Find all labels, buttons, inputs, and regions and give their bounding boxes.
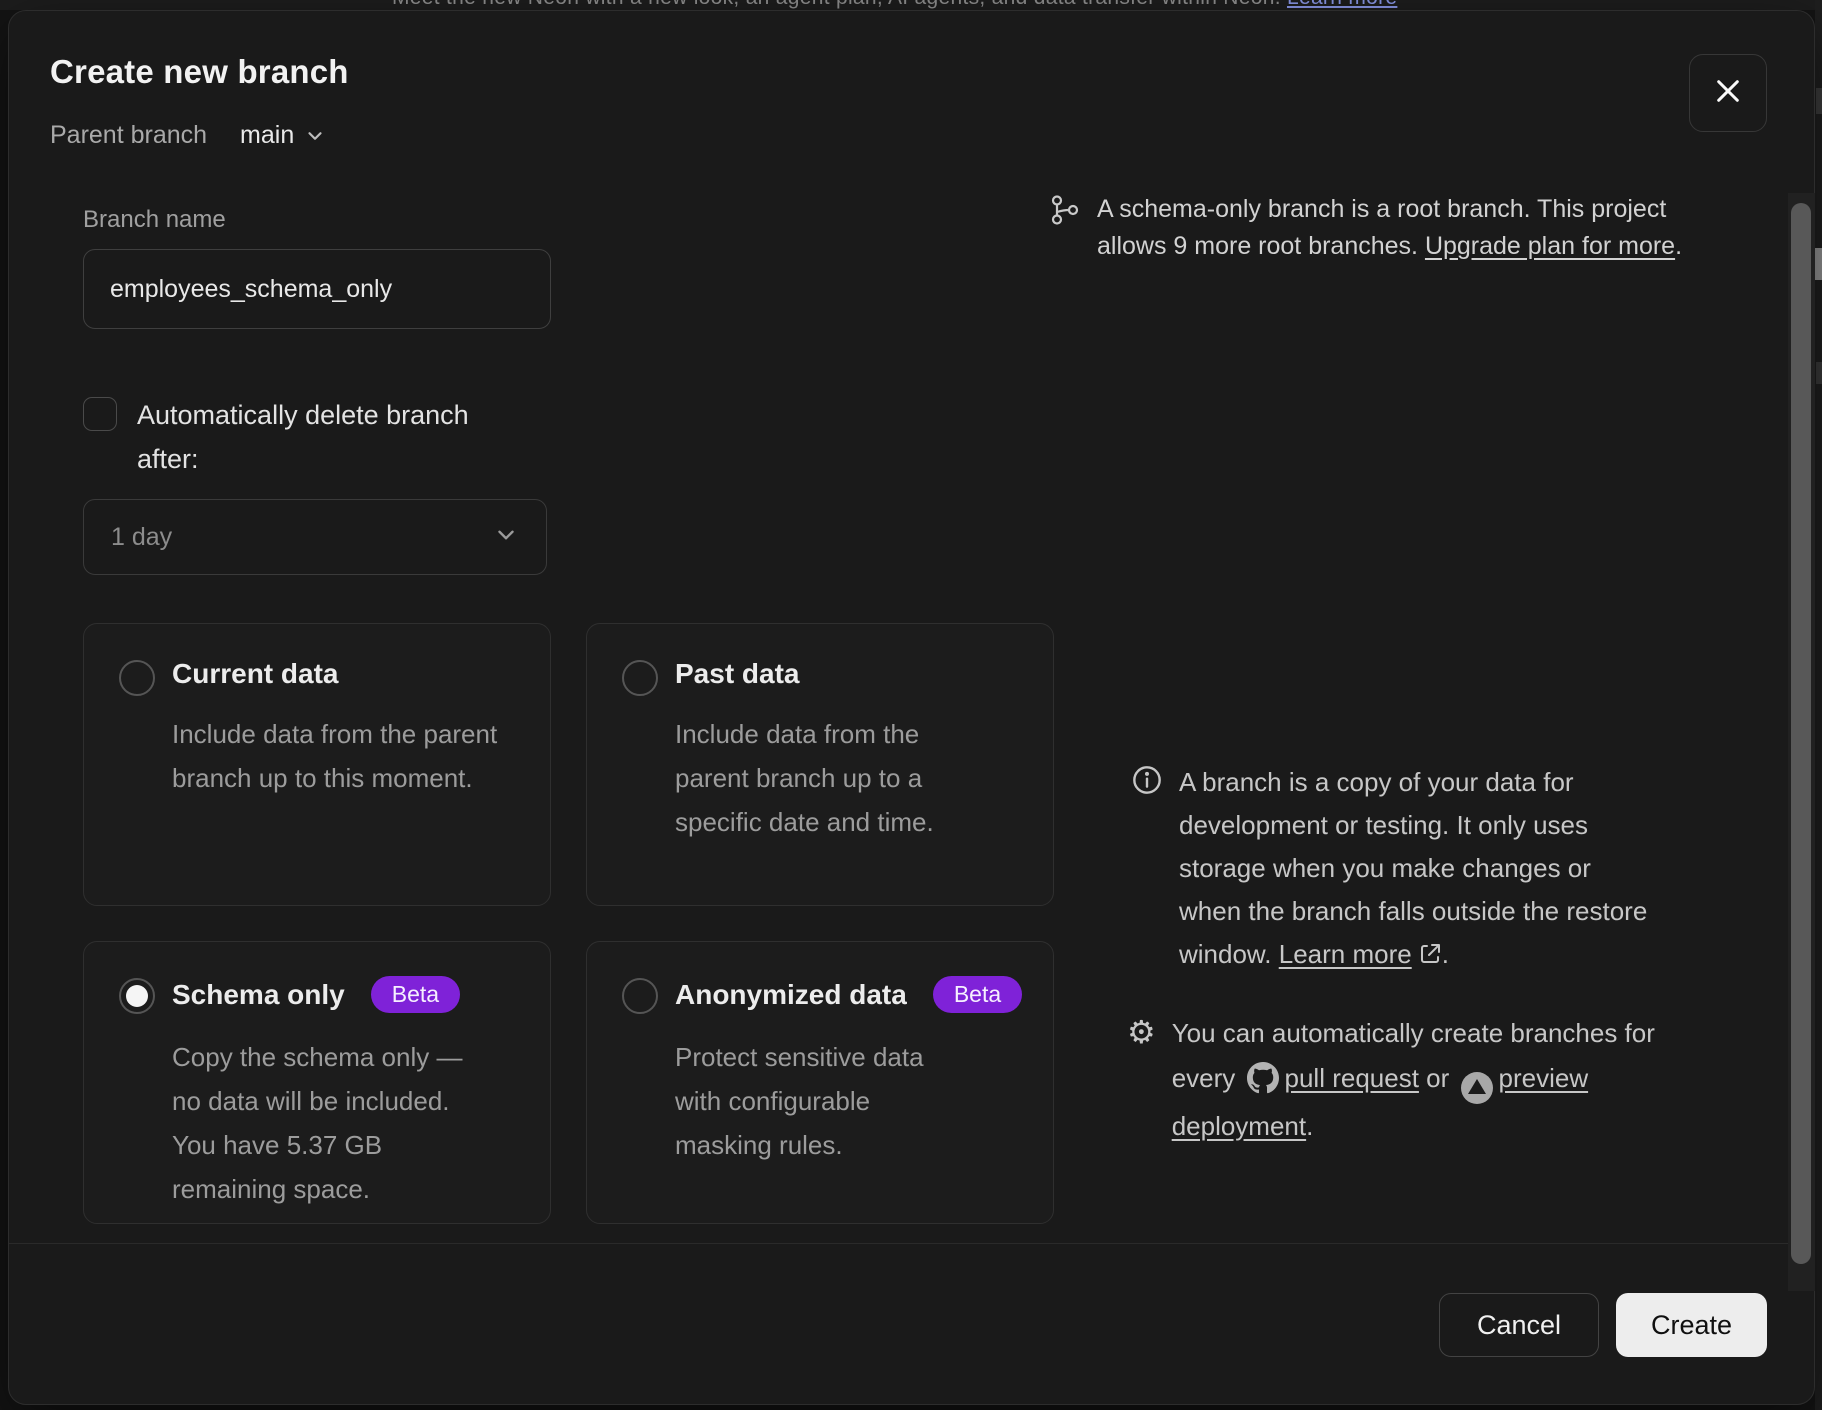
beta-badge: Beta [371, 976, 460, 1013]
branch-name-input[interactable] [83, 249, 551, 329]
background-fragment [1816, 88, 1822, 114]
dialog-title: Create new branch [50, 53, 349, 91]
info-icon [1131, 764, 1163, 796]
banner-learn-more-link: Learn more [1287, 0, 1397, 9]
radio-current-data[interactable] [119, 660, 155, 696]
upgrade-plan-link[interactable]: Upgrade plan for more [1425, 232, 1675, 260]
footer-divider [9, 1243, 1814, 1244]
chevron-down-icon [493, 522, 519, 553]
dialog-scrollbar-thumb[interactable] [1791, 203, 1811, 1264]
automation-note-text: You can automatically create branches fo… [1172, 1011, 1672, 1149]
option-title: Past data [675, 658, 800, 690]
banner-text: Meet the new Neon with a new look, an ag… [392, 0, 1397, 10]
cancel-button[interactable]: Cancel [1439, 1293, 1599, 1357]
option-card-schema-only[interactable]: Schema only Beta Copy the schema only — … [83, 941, 551, 1224]
root-branch-note-text: A schema-only branch is a root branch. T… [1097, 191, 1727, 265]
auto-delete-checkbox[interactable] [83, 397, 117, 431]
radio-past-data[interactable] [622, 660, 658, 696]
dialog-scrollbar-track [1788, 193, 1815, 1291]
branch-info-note: A branch is a copy of your data for deve… [1131, 761, 1659, 976]
close-icon [1712, 75, 1744, 112]
background-banner: Meet the new Neon with a new look, an ag… [0, 0, 1822, 10]
parent-branch-label: Parent branch [50, 121, 207, 150]
learn-more-link[interactable]: Learn more [1279, 939, 1412, 969]
background-page-sliver [1815, 0, 1822, 1410]
background-fragment [1816, 362, 1822, 384]
branch-name-label: Branch name [83, 206, 226, 234]
option-card-current-data[interactable]: Current data Include data from the paren… [83, 623, 551, 906]
pull-request-link[interactable]: pull request [1285, 1063, 1419, 1093]
option-title: Current data [172, 658, 338, 690]
root-branch-note: A schema-only branch is a root branch. T… [1049, 191, 1727, 265]
option-title: Schema only [172, 979, 345, 1011]
auto-delete-row: Automatically delete branch after: [83, 393, 537, 481]
parent-branch-value[interactable]: main [240, 121, 294, 150]
option-title: Anonymized data [675, 979, 907, 1011]
option-description: Copy the schema only — no data will be i… [172, 1035, 487, 1211]
branch-info-note-text: A branch is a copy of your data for deve… [1179, 761, 1659, 976]
option-description: Include data from the parent branch up t… [172, 712, 512, 800]
create-branch-dialog: Create new branch Parent branch main Bra… [8, 10, 1815, 1405]
option-description: Include data from the parent branch up t… [675, 712, 975, 844]
option-card-anonymized-data[interactable]: Anonymized data Beta Protect sensitive d… [586, 941, 1054, 1224]
automation-note: ⚙ You can automatically create branches … [1127, 1011, 1672, 1149]
create-button[interactable]: Create [1616, 1293, 1767, 1357]
background-fragment [1815, 248, 1822, 280]
delete-after-value: 1 day [111, 523, 493, 552]
auto-delete-label: Automatically delete branch after: [137, 393, 537, 481]
vercel-icon [1461, 1072, 1493, 1104]
beta-badge: Beta [933, 976, 1022, 1013]
external-link-icon [1418, 942, 1442, 966]
gear-icon: ⚙ [1127, 1014, 1156, 1050]
radio-anonymized-data[interactable] [622, 978, 658, 1014]
option-description: Protect sensitive data with configurable… [675, 1035, 965, 1167]
github-icon [1247, 1062, 1279, 1094]
branch-icon [1049, 194, 1081, 226]
delete-after-select[interactable]: 1 day [83, 499, 547, 575]
chevron-down-icon[interactable] [304, 125, 326, 147]
option-card-past-data[interactable]: Past data Include data from the parent b… [586, 623, 1054, 906]
parent-branch-row: Parent branch main [50, 121, 326, 150]
data-options-grid: Current data Include data from the paren… [83, 623, 1054, 1224]
radio-schema-only[interactable] [119, 978, 155, 1014]
close-button[interactable] [1689, 54, 1767, 132]
